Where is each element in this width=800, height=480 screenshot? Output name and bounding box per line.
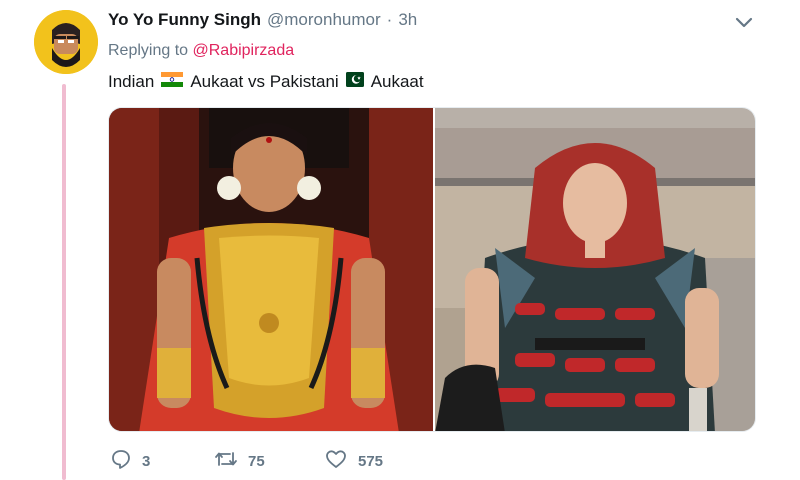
tweet-actions: 3 75 575 bbox=[110, 448, 383, 474]
pakistan-flag-icon bbox=[345, 72, 364, 92]
retweet-icon bbox=[214, 448, 238, 474]
user-handle[interactable]: @moronhumor bbox=[267, 10, 381, 30]
avatar[interactable] bbox=[34, 10, 98, 74]
reply-count: 3 bbox=[142, 452, 151, 470]
retweet-count: 75 bbox=[248, 452, 265, 470]
reply-icon bbox=[110, 448, 132, 474]
tweet[interactable]: Yo Yo Funny Singh @moronhumor · 3h Reply… bbox=[0, 0, 800, 480]
reply-button[interactable]: 3 bbox=[110, 448, 214, 474]
heart-icon bbox=[324, 448, 348, 474]
separator-dot: · bbox=[386, 10, 393, 29]
like-count: 575 bbox=[358, 452, 384, 470]
reply-thread-line bbox=[62, 84, 66, 480]
mention-link[interactable]: @Rabipirzada bbox=[193, 42, 295, 59]
replying-to: Replying to @Rabipirzada bbox=[108, 42, 294, 60]
photo-right[interactable] bbox=[433, 108, 755, 431]
like-button[interactable]: 575 bbox=[324, 448, 383, 474]
timestamp[interactable]: 3h bbox=[398, 10, 417, 30]
display-name[interactable]: Yo Yo Funny Singh bbox=[108, 10, 261, 30]
photo-left[interactable] bbox=[109, 108, 433, 431]
tweet-text-part-1: Indian bbox=[108, 72, 155, 91]
tweet-text-part-2: Aukaat vs Pakistani bbox=[190, 72, 339, 91]
retweet-button[interactable]: 75 bbox=[214, 448, 324, 474]
tweet-text-part-3: Aukaat bbox=[370, 72, 424, 91]
tweet-text: Indian Aukaat vs Pakistani Aukaat bbox=[108, 72, 424, 92]
india-flag-icon bbox=[161, 72, 184, 92]
media-grid bbox=[108, 107, 756, 432]
tweet-header: Yo Yo Funny Singh @moronhumor · 3h bbox=[108, 10, 417, 30]
chevron-down-icon[interactable] bbox=[733, 14, 755, 32]
replying-prefix: Replying to bbox=[108, 42, 189, 59]
